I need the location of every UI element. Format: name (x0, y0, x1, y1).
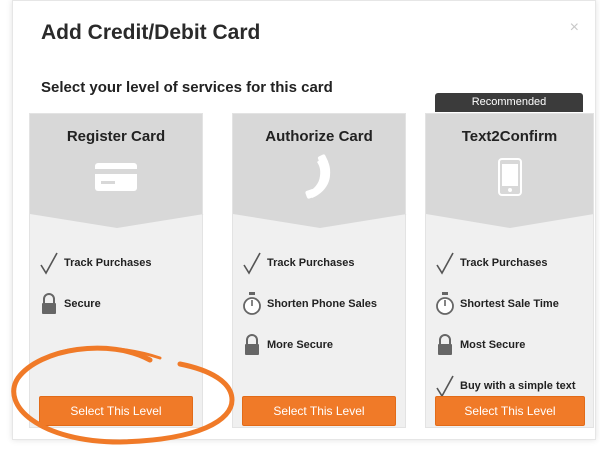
checkmark-icon (241, 250, 263, 276)
feature-item: Shorten Phone Sales (241, 283, 407, 324)
card-title: Authorize Card (265, 128, 373, 145)
feature-list: Track Purchases Secure (38, 242, 204, 324)
modal-subtitle: Select your level of services for this c… (41, 79, 333, 96)
feature-label: Shorten Phone Sales (267, 297, 378, 310)
select-text2confirm-button[interactable]: Select This Level (435, 396, 585, 426)
checkmark-icon (434, 373, 456, 399)
modal-title: Add Credit/Debit Card (41, 21, 261, 44)
stopwatch-icon (434, 291, 456, 317)
feature-item: Track Purchases (241, 242, 407, 283)
feature-label: Secure (64, 297, 101, 310)
card-header-arrow (426, 214, 594, 228)
close-icon[interactable]: × (570, 19, 579, 37)
card-title: Register Card (66, 128, 166, 145)
card-text2confirm: Text2Confirm Track Purchases Shortest Sa… (425, 113, 594, 428)
select-register-button[interactable]: Select This Level (39, 396, 193, 426)
feature-label: Track Purchases (267, 256, 355, 269)
card-header-arrow (30, 214, 204, 228)
card-header-arrow (233, 214, 407, 228)
feature-label: Buy with a simple text (460, 379, 576, 392)
feature-list: Track Purchases Shortest Sale Time Most … (434, 242, 594, 406)
phone-handset-icon (304, 154, 334, 205)
feature-label: Most Secure (460, 338, 526, 351)
feature-item: Most Secure (434, 324, 594, 365)
feature-item: Shortest Sale Time (434, 283, 594, 324)
card-authorize: Authorize Card Track Purchases Shorten P… (232, 113, 407, 428)
feature-list: Track Purchases Shorten Phone Sales More… (241, 242, 407, 365)
card-title: Text2Confirm (461, 128, 558, 145)
smartphone-icon (497, 158, 522, 201)
recommended-badge: Recommended (435, 93, 583, 112)
select-authorize-button[interactable]: Select This Level (242, 396, 396, 426)
feature-item: Track Purchases (434, 242, 594, 283)
lock-icon (241, 332, 263, 358)
lock-icon (434, 332, 456, 358)
lock-icon (38, 291, 60, 317)
card-register: Register Card Track Purchases Secure Sel… (29, 113, 204, 428)
feature-item: Track Purchases (38, 242, 204, 283)
feature-label: Shortest Sale Time (460, 297, 559, 310)
stopwatch-icon (241, 291, 263, 317)
credit-card-icon (94, 162, 138, 197)
checkmark-icon (38, 250, 60, 276)
feature-label: Track Purchases (64, 256, 152, 269)
feature-label: Track Purchases (460, 256, 548, 269)
feature-item: More Secure (241, 324, 407, 365)
checkmark-icon (434, 250, 456, 276)
feature-item: Secure (38, 283, 204, 324)
feature-label: More Secure (267, 338, 334, 351)
